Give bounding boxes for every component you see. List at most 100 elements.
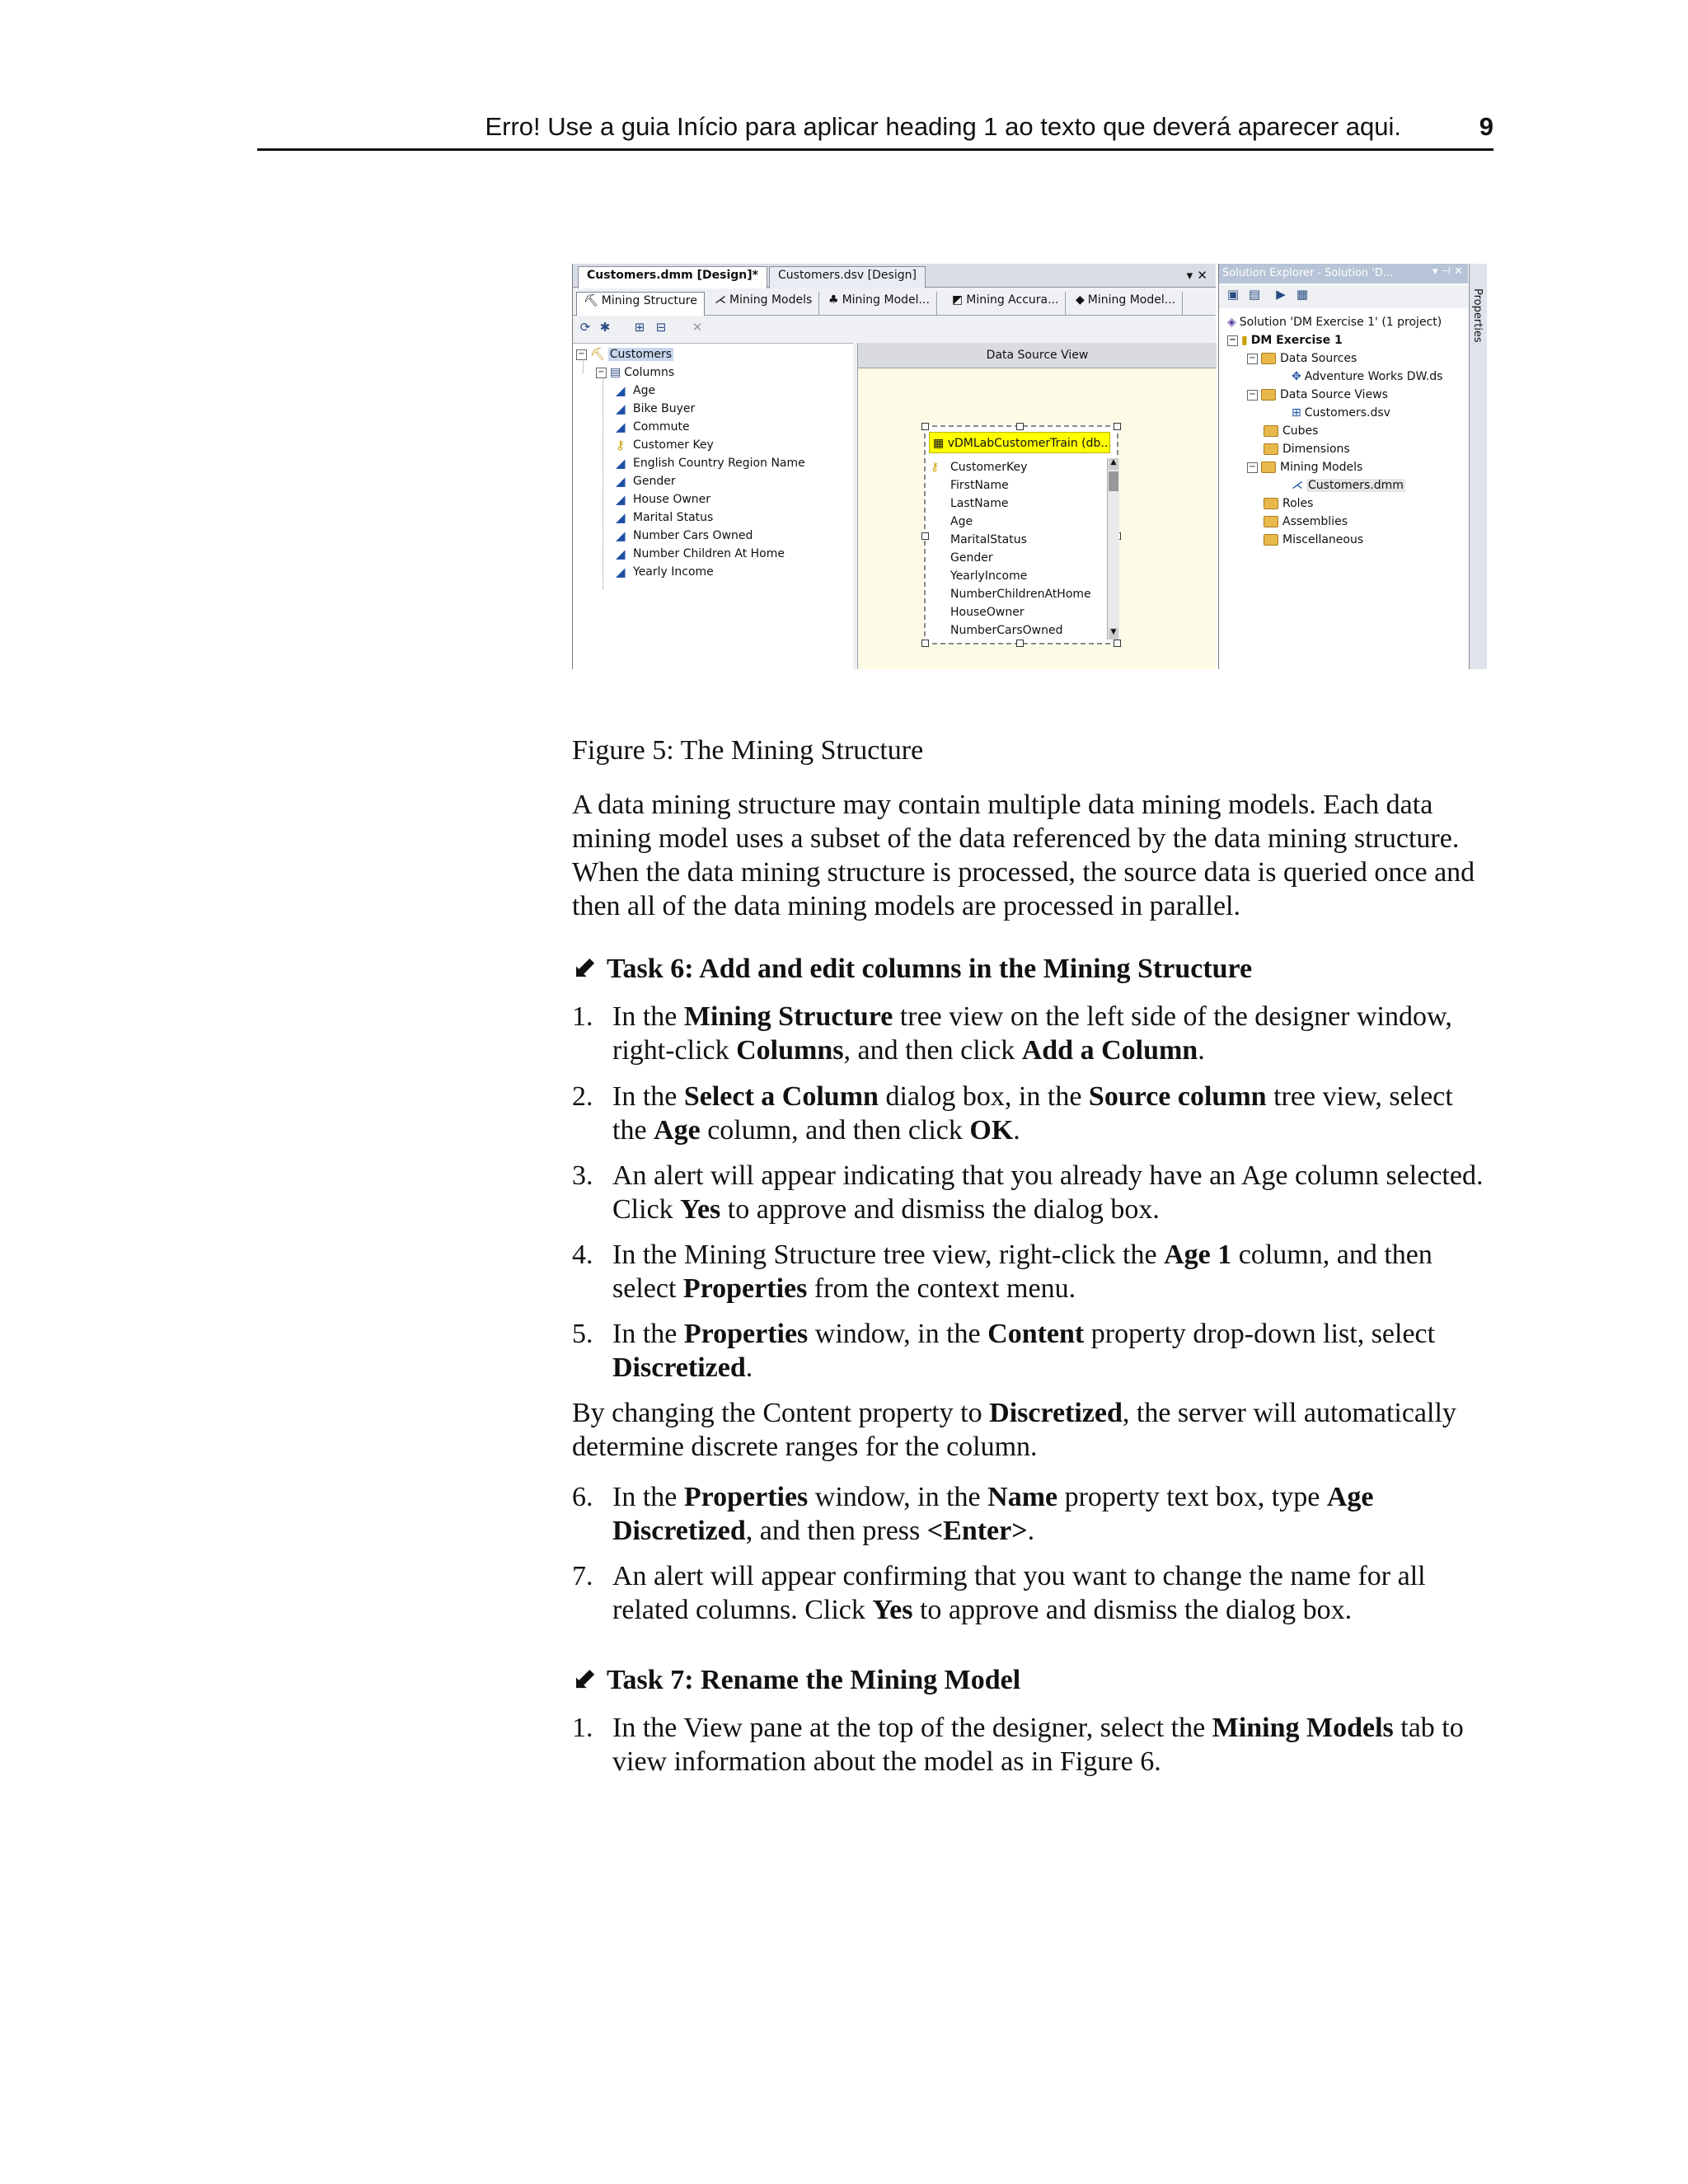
scroll-down-icon[interactable]: ▼: [1109, 628, 1118, 640]
solution-item-customers-dmm[interactable]: ⋌ Customers.dmm: [1292, 476, 1405, 494]
solution-item-dimensions[interactable]: Dimensions: [1264, 440, 1350, 458]
tab-mining-models[interactable]: ⋌ Mining Models: [708, 292, 820, 315]
collapse-icon[interactable]: −: [1247, 353, 1258, 364]
task6-step-4: 4. In the Mining Structure tree view, ri…: [572, 1240, 1432, 1304]
delete-icon[interactable]: ✕: [688, 320, 706, 336]
tree-node-label: Columns: [624, 366, 675, 379]
item-label: Adventure Works DW.ds: [1304, 370, 1443, 383]
solution-label: Solution 'DM Exercise 1' (1 project): [1239, 316, 1442, 329]
window-buttons[interactable]: ▾ ✕: [1187, 268, 1207, 283]
tree-column-item[interactable]: ◢ Gender: [616, 472, 676, 490]
solution-item-data-sources[interactable]: − Data Sources: [1247, 349, 1357, 368]
collapse-icon[interactable]: −: [1227, 335, 1238, 346]
solution-item-miscellaneous[interactable]: Miscellaneous: [1264, 531, 1363, 549]
solution-item-data-source[interactable]: ✥ Adventure Works DW.ds: [1292, 368, 1442, 386]
tree-column-item[interactable]: ◢ Age: [616, 382, 655, 400]
view-designer-icon[interactable]: ▦: [1293, 287, 1311, 303]
task6-step-7: 7. An alert will appear confirming that …: [572, 1561, 1426, 1625]
collapse-icon[interactable]: −: [576, 349, 587, 360]
solution-icon: ◈: [1227, 316, 1236, 329]
scroll-up-icon[interactable]: ▲: [1109, 458, 1118, 470]
solution-item-roles[interactable]: Roles: [1264, 494, 1313, 513]
solution-item-data-source-views[interactable]: − Data Source Views: [1247, 386, 1388, 404]
tree-column-item[interactable]: ◢ Yearly Income: [616, 563, 714, 581]
running-header: Erro! Use a guia Início para aplicar hea…: [257, 109, 1493, 151]
dsv-column[interactable]: Gender: [950, 549, 993, 567]
add-column-icon[interactable]: ⊞: [631, 320, 649, 336]
dsv-table-scrollbar[interactable]: ▲ ▼: [1107, 458, 1119, 640]
view-code-icon[interactable]: ▶: [1272, 287, 1290, 303]
doc-tab-customers-dmm[interactable]: Customers.dmm [Design]*: [578, 266, 767, 288]
tree-column-item[interactable]: ◢ House Owner: [616, 490, 710, 509]
mining-column-icon: ◢: [616, 401, 626, 416]
mining-designer: Customers.dmm [Design]* Customers.dsv [D…: [572, 264, 1217, 669]
tab-mining-accuracy[interactable]: ◩ Mining Accura...: [945, 292, 1067, 315]
dsv-column[interactable]: NumberCarsOwned: [950, 621, 1063, 640]
dsv-column[interactable]: FirstName: [950, 476, 1009, 494]
solution-node[interactable]: ◈ Solution 'DM Exercise 1' (1 project): [1227, 313, 1442, 331]
collapse-icon[interactable]: −: [1247, 389, 1258, 401]
tree-node-label: Customers: [607, 348, 674, 361]
dsv-table-header[interactable]: ▦ vDMLabCustomerTrain (db...: [929, 432, 1110, 453]
tree-column-item[interactable]: ◢ Bike Buyer: [616, 400, 695, 418]
task6-step-2: 2. In the Select a Column dialog box, in…: [572, 1081, 1453, 1146]
resize-handle[interactable]: [1016, 423, 1024, 430]
dsv-column[interactable]: MaritalStatus: [950, 531, 1027, 549]
refresh-icon[interactable]: ⟳: [576, 320, 594, 336]
tree-node-columns[interactable]: − ▤ Columns: [596, 363, 674, 382]
dsv-table[interactable]: ▦ vDMLabCustomerTrain (db... ⚷ CustomerK…: [921, 423, 1121, 647]
collapse-icon[interactable]: −: [596, 367, 607, 378]
column-label: Yearly Income: [633, 565, 714, 579]
solution-explorer: Solution Explorer - Solution 'D... ▾ ⊣ ✕…: [1218, 264, 1468, 669]
show-all-files-icon[interactable]: ▤: [1245, 287, 1264, 303]
project-label: DM Exercise 1: [1250, 334, 1343, 347]
document-tabs: Customers.dmm [Design]* Customers.dsv [D…: [573, 264, 1216, 288]
dsv-column[interactable]: HouseOwner: [950, 603, 1025, 621]
tools-icon[interactable]: ✱: [596, 320, 614, 336]
resize-handle[interactable]: [921, 532, 929, 540]
collapse-icon[interactable]: −: [1247, 462, 1258, 473]
dsv-column[interactable]: CustomerKey: [950, 458, 1027, 476]
item-label: Customers.dmm: [1306, 479, 1405, 492]
tab-mining-model-viewer[interactable]: ♣ Mining Model...: [822, 292, 937, 315]
solution-item-cubes[interactable]: Cubes: [1264, 422, 1318, 440]
pin-close-buttons[interactable]: ▾ ⊣ ✕: [1432, 265, 1463, 278]
tree-column-item[interactable]: ⚷ Customer Key: [616, 436, 714, 454]
folder-icon: [1264, 443, 1278, 455]
resize-handle[interactable]: [1114, 640, 1121, 647]
step-number: 4.: [572, 1240, 593, 1270]
solution-item-assemblies[interactable]: Assemblies: [1264, 513, 1348, 531]
mining-column-icon: ◢: [616, 492, 626, 507]
resize-handle[interactable]: [1114, 423, 1121, 430]
resize-handle[interactable]: [1016, 640, 1024, 647]
resize-handle[interactable]: [921, 423, 929, 430]
dsv-column[interactable]: Age: [950, 513, 973, 531]
solution-item-mining-models[interactable]: − Mining Models: [1247, 458, 1362, 476]
item-label: Mining Models: [1280, 461, 1363, 474]
tree-column-item[interactable]: ◢ English Country Region Name: [616, 454, 805, 472]
tree-column-item[interactable]: ◢ Commute: [616, 418, 690, 436]
tree-column-item[interactable]: ◢ Number Children At Home: [616, 545, 785, 563]
doc-tab-customers-dsv[interactable]: Customers.dsv [Design]: [769, 266, 926, 288]
dsv-column[interactable]: YearlyIncome: [950, 567, 1027, 585]
tree-node-customers[interactable]: − ⛏ Customers: [576, 345, 674, 363]
task7-title: Task 7: Rename the Mining Model: [607, 1665, 1021, 1695]
tree-column-item[interactable]: ◢ Number Cars Owned: [616, 527, 753, 545]
add-nested-table-icon[interactable]: ⊟: [652, 320, 670, 336]
project-node[interactable]: − ▮ DM Exercise 1: [1227, 331, 1343, 349]
resize-handle[interactable]: [921, 640, 929, 647]
data-source-icon: ✥: [1292, 370, 1301, 383]
tab-mining-model-prediction[interactable]: ◆ Mining Model...: [1069, 292, 1184, 315]
properties-icon[interactable]: ▣: [1224, 287, 1242, 303]
scroll-thumb[interactable]: [1109, 471, 1118, 491]
item-label: Cubes: [1282, 424, 1319, 438]
tree-column-item[interactable]: ◢ Marital Status: [616, 509, 713, 527]
dsv-column[interactable]: NumberChildrenAtHome: [950, 585, 1091, 603]
solution-item-dsv[interactable]: ⊞ Customers.dsv: [1292, 404, 1390, 422]
tab-label: Mining Accura...: [966, 293, 1059, 307]
tab-mining-structure[interactable]: ⛏ Mining Structure: [576, 292, 705, 316]
step-number: 1.: [572, 1001, 593, 1032]
data-source-view-pane: Data Source View ▦ vDMLabCustomerTrain (…: [857, 343, 1217, 669]
properties-side-tab[interactable]: Properties: [1469, 264, 1487, 669]
dsv-column[interactable]: LastName: [950, 494, 1008, 513]
